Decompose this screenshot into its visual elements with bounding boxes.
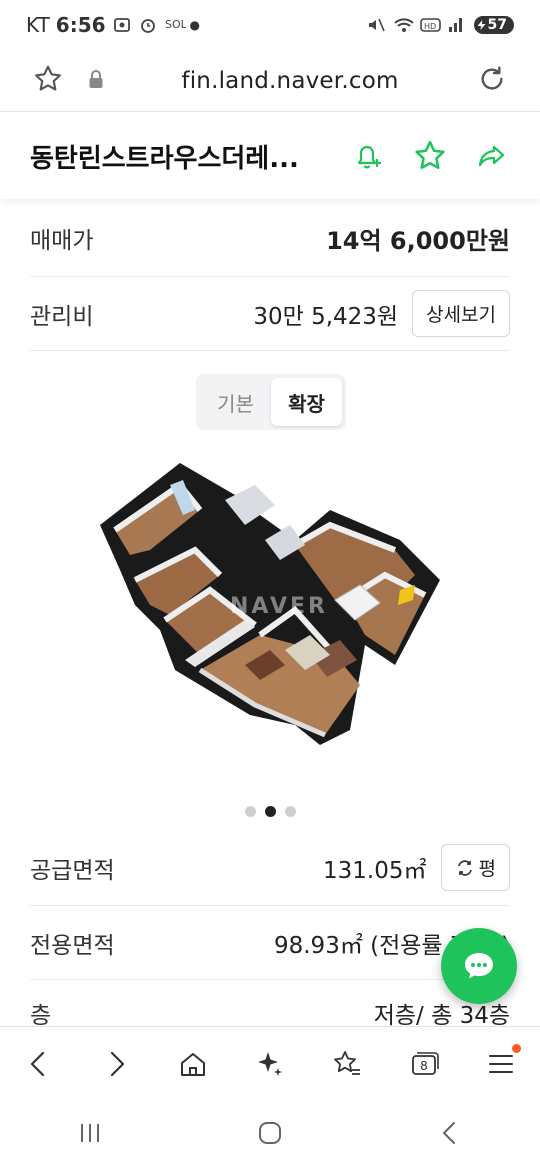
- alarm-icon: [138, 15, 158, 35]
- floorplan-watermark: NAVER: [230, 594, 328, 619]
- hamburger-menu-icon: [489, 1054, 514, 1073]
- price-value: 14억 6,000만원: [326, 226, 510, 255]
- page-title: 동탄린스트라우스더레...: [30, 143, 299, 174]
- exclusive-area-row: 전용면적 98.93㎡ (전용률 75%): [30, 906, 510, 980]
- svg-text:SOL: SOL: [165, 18, 186, 31]
- chat-button[interactable]: [441, 928, 517, 1004]
- price-row: 매매가 14억 6,000만원: [30, 200, 510, 277]
- share-button[interactable]: [474, 138, 510, 174]
- exclusive-area-label: 전용면적: [30, 932, 115, 959]
- convert-arrows-icon: [457, 859, 472, 876]
- hd-voice-icon: HD: [419, 15, 441, 35]
- home-nav-button[interactable]: [255, 1118, 285, 1152]
- ai-sparkle-button[interactable]: [248, 1042, 292, 1086]
- carousel-dot[interactable]: [244, 806, 256, 817]
- more-notifications-dot-icon: ●: [189, 18, 201, 32]
- chevron-left-icon: [30, 1051, 44, 1076]
- home-circle-icon: [259, 1122, 281, 1144]
- toggle-extended[interactable]: 확장: [271, 378, 342, 426]
- bell-plus-icon: [357, 145, 381, 169]
- chat-bubble-icon: [465, 953, 493, 979]
- menu-notification-dot: [512, 1043, 522, 1053]
- favorite-button[interactable]: [412, 138, 448, 174]
- maintenance-fee-value: 30만 5,423원: [253, 303, 399, 330]
- carousel-dot-active[interactable]: [264, 806, 276, 817]
- sparkle-icon: [257, 1051, 282, 1076]
- back-button[interactable]: [17, 1042, 61, 1086]
- sol-bank-icon: SOL: [164, 15, 188, 35]
- share-arrow-icon: [478, 145, 505, 167]
- browser-address-bar: fin.land.naver.com: [0, 50, 540, 112]
- alert-bell-button[interactable]: [350, 138, 386, 174]
- floorplan-type-toggle: 기본 확장: [196, 374, 346, 430]
- maintenance-detail-button[interactable]: 상세보기: [412, 290, 510, 337]
- url-text[interactable]: fin.land.naver.com: [0, 68, 540, 94]
- back-nav-button[interactable]: [435, 1118, 465, 1152]
- reload-icon[interactable]: [476, 63, 508, 99]
- carousel-dot[interactable]: [284, 806, 296, 817]
- floor-label: 층: [30, 1003, 52, 1029]
- tabs-button[interactable]: 8: [402, 1042, 446, 1086]
- clock: 6:56: [55, 13, 106, 37]
- screenshot-icon: [112, 15, 132, 35]
- svg-text:HD: HD: [424, 22, 436, 31]
- supply-area-row: 공급면적 131.05㎡ 평: [30, 830, 510, 906]
- maintenance-fee-row: 관리비 30만 5,423원 상세보기: [30, 277, 510, 351]
- tabs-icon: 8: [412, 1051, 440, 1075]
- back-chevron-icon: [443, 1122, 455, 1144]
- unit-convert-button[interactable]: 평: [440, 844, 510, 891]
- floorplan-image[interactable]: NAVER: [95, 455, 445, 775]
- home-button[interactable]: [171, 1042, 215, 1086]
- unit-convert-label: 평: [478, 858, 496, 880]
- recent-apps-button[interactable]: [75, 1118, 105, 1152]
- maintenance-fee-label: 관리비: [30, 303, 94, 330]
- star-icon: [415, 140, 445, 169]
- system-navigation-bar: [0, 1100, 540, 1170]
- floorplan-3d-illustration: NAVER: [100, 463, 440, 745]
- price-label: 매매가: [30, 228, 94, 254]
- mute-icon: [366, 15, 386, 35]
- supply-area-label: 공급면적: [30, 857, 115, 884]
- supply-area-value: 131.05㎡: [323, 857, 427, 884]
- star-list-icon: [334, 1050, 361, 1075]
- tab-count: 8: [420, 1059, 428, 1073]
- browser-toolbar: 8: [0, 1026, 540, 1100]
- status-bar: KT 6:56 SOL ● HD 57: [0, 0, 540, 50]
- forward-button[interactable]: [94, 1042, 138, 1086]
- page-header: 동탄린스트라우스더레...: [0, 113, 540, 199]
- battery-indicator: 57: [473, 16, 514, 34]
- wifi-icon: [393, 15, 414, 35]
- recent-apps-icon: [81, 1124, 99, 1142]
- chevron-right-icon: [110, 1051, 124, 1076]
- bookmarks-button[interactable]: [325, 1042, 369, 1086]
- menu-button[interactable]: [479, 1042, 523, 1086]
- signal-icon: [447, 15, 467, 35]
- carrier-label: KT: [26, 13, 50, 37]
- toggle-basic[interactable]: 기본: [200, 378, 271, 426]
- home-icon: [180, 1052, 205, 1076]
- carousel-indicator: [0, 806, 540, 817]
